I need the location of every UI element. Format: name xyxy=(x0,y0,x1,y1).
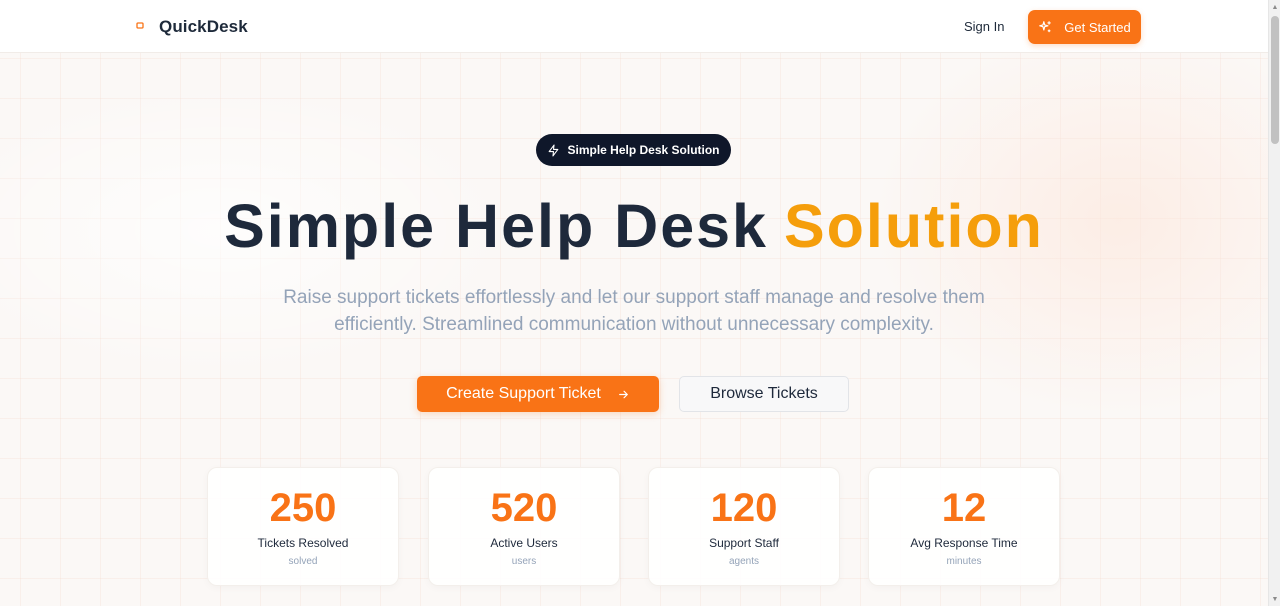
browse-tickets-label: Browse Tickets xyxy=(710,385,818,402)
get-started-button[interactable]: Get Started xyxy=(1028,10,1141,44)
scroll-up-arrow-icon[interactable]: ▲ xyxy=(1269,0,1280,14)
stat-label: Active Users xyxy=(490,536,558,550)
hero-title: Simple Help Desk Solution xyxy=(0,191,1268,261)
create-ticket-label: Create Support Ticket xyxy=(446,385,601,402)
stat-card-tickets-resolved: 250 Tickets Resolved solved xyxy=(207,467,399,586)
stat-card-active-users: 520 Active Users users xyxy=(428,467,620,586)
scrollbar-thumb[interactable] xyxy=(1271,16,1279,144)
hero-badge: Simple Help Desk Solution xyxy=(536,134,731,166)
badge-label: Simple Help Desk Solution xyxy=(567,143,720,157)
stat-card-avg-response-time: 12 Avg Response Time minutes xyxy=(868,467,1060,586)
browse-tickets-button[interactable]: Browse Tickets xyxy=(679,376,849,412)
brand-name: QuickDesk xyxy=(159,17,248,36)
stat-value: 520 xyxy=(490,486,558,530)
stat-card-support-staff: 120 Support Staff agents xyxy=(648,467,840,586)
create-support-ticket-button[interactable]: Create Support Ticket xyxy=(417,376,659,412)
stat-unit: solved xyxy=(288,556,318,567)
stat-unit: users xyxy=(511,556,537,567)
arrow-right-icon xyxy=(618,390,628,398)
ticket-icon xyxy=(136,17,150,31)
stat-unit: agents xyxy=(728,556,760,567)
page: QuickDesk Sign In Get Started Simple Hel… xyxy=(0,0,1268,606)
brand-logo[interactable]: QuickDesk xyxy=(136,17,248,37)
top-nav: QuickDesk Sign In Get Started xyxy=(0,0,1268,53)
stat-value: 250 xyxy=(269,486,337,530)
lightning-icon xyxy=(549,144,559,156)
stat-unit: minutes xyxy=(946,556,982,567)
vertical-scrollbar[interactable]: ▲ ▼ xyxy=(1268,0,1280,606)
stat-label: Tickets Resolved xyxy=(257,536,349,550)
hero-title-main: Simple Help Desk xyxy=(224,192,768,260)
scroll-down-arrow-icon[interactable]: ▼ xyxy=(1269,592,1280,606)
stat-label: Support Staff xyxy=(709,536,779,550)
sparkles-icon xyxy=(1039,21,1052,33)
sign-in-link[interactable]: Sign In xyxy=(964,19,1004,34)
get-started-label: Get Started xyxy=(1064,19,1131,35)
stat-value: 120 xyxy=(710,486,778,530)
hero-title-accent: Solution xyxy=(783,192,1044,260)
stat-value: 12 xyxy=(941,486,987,530)
stat-label: Avg Response Time xyxy=(910,536,1018,550)
hero-subtitle: Raise support tickets effortlessly and l… xyxy=(283,287,985,335)
